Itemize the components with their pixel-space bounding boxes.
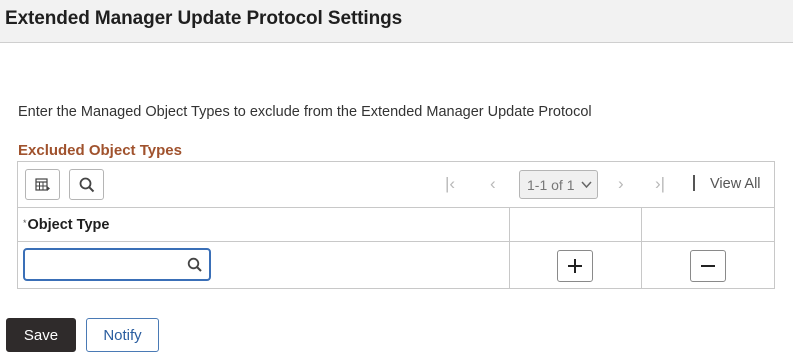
add-row-button[interactable] (557, 250, 593, 282)
grid-title: Excluded Object Types (18, 142, 182, 159)
row-range-value: 1-1 of 1 (527, 176, 575, 193)
page-title: Extended Manager Update Protocol Setting… (5, 8, 403, 29)
grid-personalize-icon (34, 177, 50, 191)
excluded-object-types-grid: |‹ ‹ 1-1 of 1 › ›| View All *Object Type (17, 161, 775, 289)
column-header-object-type: *Object Type (23, 217, 109, 233)
grid-toolbar: |‹ ‹ 1-1 of 1 › ›| View All (18, 162, 774, 208)
next-page-icon[interactable]: › (618, 174, 624, 194)
toolbar-divider (693, 175, 695, 191)
last-page-icon[interactable]: ›| (655, 174, 665, 194)
object-type-input[interactable] (29, 250, 179, 278)
page-header: Extended Manager Update Protocol Setting… (0, 0, 793, 43)
first-page-icon[interactable]: |‹ (445, 174, 455, 194)
column-label: Object Type (27, 217, 110, 233)
save-button[interactable]: Save (6, 318, 76, 352)
plus-icon (568, 259, 582, 273)
find-button[interactable] (69, 169, 104, 200)
instructions-text: Enter the Managed Object Types to exclud… (18, 104, 592, 120)
grid-header-row: *Object Type (18, 208, 774, 242)
delete-row-button[interactable] (690, 250, 726, 282)
column-divider (641, 208, 642, 288)
required-marker: * (23, 218, 27, 228)
object-type-field[interactable] (23, 248, 211, 281)
view-all-link[interactable]: View All (710, 176, 761, 192)
row-range-select[interactable]: 1-1 of 1 (519, 170, 598, 199)
column-divider (509, 208, 510, 288)
search-icon (79, 177, 94, 192)
personalize-grid-button[interactable] (25, 169, 60, 200)
chevron-down-icon (581, 181, 592, 189)
notify-button[interactable]: Notify (86, 318, 159, 352)
previous-page-icon[interactable]: ‹ (490, 174, 496, 194)
minus-icon (701, 265, 715, 267)
lookup-search-icon[interactable] (187, 257, 203, 273)
